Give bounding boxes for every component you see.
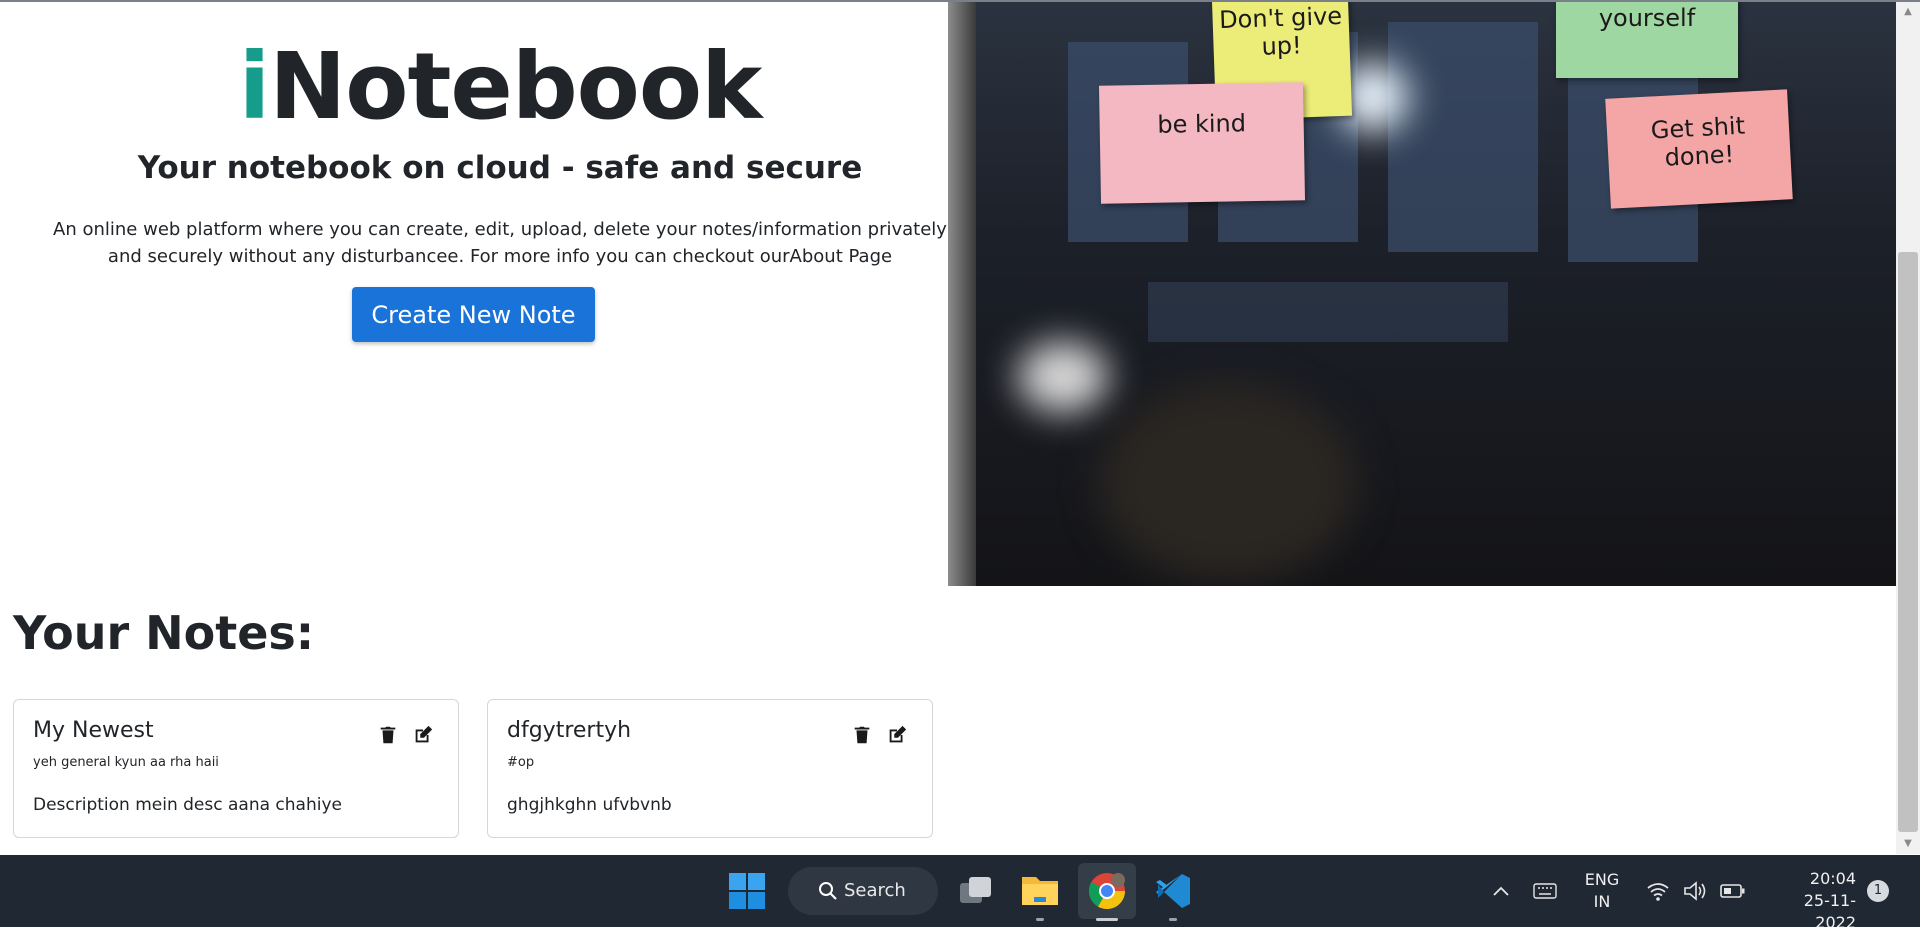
window-pane (1148, 282, 1508, 342)
wifi-icon[interactable] (1646, 880, 1670, 902)
brand-prefix: i (238, 33, 271, 140)
vscode-icon[interactable] (1154, 872, 1192, 910)
brand-title: iNotebook (0, 32, 1000, 142)
search-icon (819, 882, 837, 900)
clock-time: 20:04 (1809, 869, 1856, 888)
task-view-icon[interactable] (958, 873, 994, 909)
window-pane (1388, 22, 1538, 252)
hero-tagline: Your notebook on cloud - safe and secure (137, 150, 863, 186)
sticky-note: yourself (1556, 2, 1738, 78)
chevron-up-icon[interactable] (1492, 884, 1510, 898)
note-description: Description mein desc aana chahiye (33, 795, 342, 815)
trash-icon[interactable] (851, 724, 873, 746)
search-label: Search (844, 880, 906, 901)
language-indicator[interactable]: ENG IN (1574, 869, 1630, 913)
active-indicator (1096, 918, 1118, 921)
create-new-note-button[interactable]: Create New Note (352, 287, 595, 342)
light-blur (1018, 342, 1108, 412)
trash-icon[interactable] (377, 724, 399, 746)
note-tag: yeh general kyun aa rha haii (33, 755, 219, 770)
hero-section: iNotebook Your notebook on cloud - safe … (0, 2, 948, 586)
note-description: ghgjhkghn ufvbvnb (507, 795, 672, 815)
sticky-note-text: be kind (1157, 109, 1247, 139)
blur-figure (1098, 382, 1358, 582)
note-card: dfgytrertyh #op ghgjhkghn ufvbvnb (487, 699, 933, 838)
hero-image: Don't give up! be kind yourself Get shit… (948, 2, 1896, 586)
sticky-note-text: Get shit done! (1650, 111, 1746, 172)
brand-name: Notebook (269, 33, 762, 140)
notification-count: 1 (1873, 883, 1883, 898)
language-region: IN (1593, 892, 1611, 911)
notes-section-title: Your Notes: (13, 606, 315, 660)
page-scrollbar-thumb[interactable] (1898, 252, 1918, 832)
file-explorer-icon[interactable] (1020, 871, 1060, 909)
taskbar-search[interactable]: Search (788, 867, 938, 915)
running-indicator (1169, 918, 1177, 921)
sticky-note: Get shit done! (1605, 89, 1793, 209)
hero-description: An online web platform where you can cre… (53, 219, 947, 267)
note-card: My Newest yeh general kyun aa rha haii D… (13, 699, 459, 838)
notification-badge[interactable]: 1 (1867, 880, 1889, 902)
sticky-note: be kind (1098, 82, 1306, 204)
window-frame (948, 2, 976, 586)
language-code: ENG (1584, 870, 1620, 889)
scroll-up-arrow[interactable]: ▲ (1898, 4, 1918, 20)
sticky-note-text: yourself (1598, 4, 1696, 32)
sticky-note-text: Don't give up! (1218, 2, 1343, 61)
note-title: dfgytrertyh (507, 718, 632, 743)
note-title: My Newest (33, 718, 154, 743)
running-indicator (1036, 918, 1044, 921)
windows-start-icon[interactable] (728, 872, 766, 910)
volume-icon[interactable] (1682, 880, 1708, 902)
scroll-down-arrow[interactable]: ▼ (1898, 836, 1918, 852)
clock-date: 25-11-2022 (1803, 891, 1856, 927)
chrome-icon[interactable] (1087, 871, 1127, 911)
edit-icon[interactable] (412, 724, 434, 746)
note-tag: #op (507, 755, 535, 770)
edit-icon[interactable] (886, 724, 908, 746)
keyboard-icon[interactable] (1533, 882, 1557, 900)
battery-icon[interactable] (1720, 882, 1746, 900)
windows-taskbar: Search ENG IN 20:04 25-11-2022 1 (0, 855, 1920, 927)
clock[interactable]: 20:04 25-11-2022 (1764, 868, 1856, 927)
